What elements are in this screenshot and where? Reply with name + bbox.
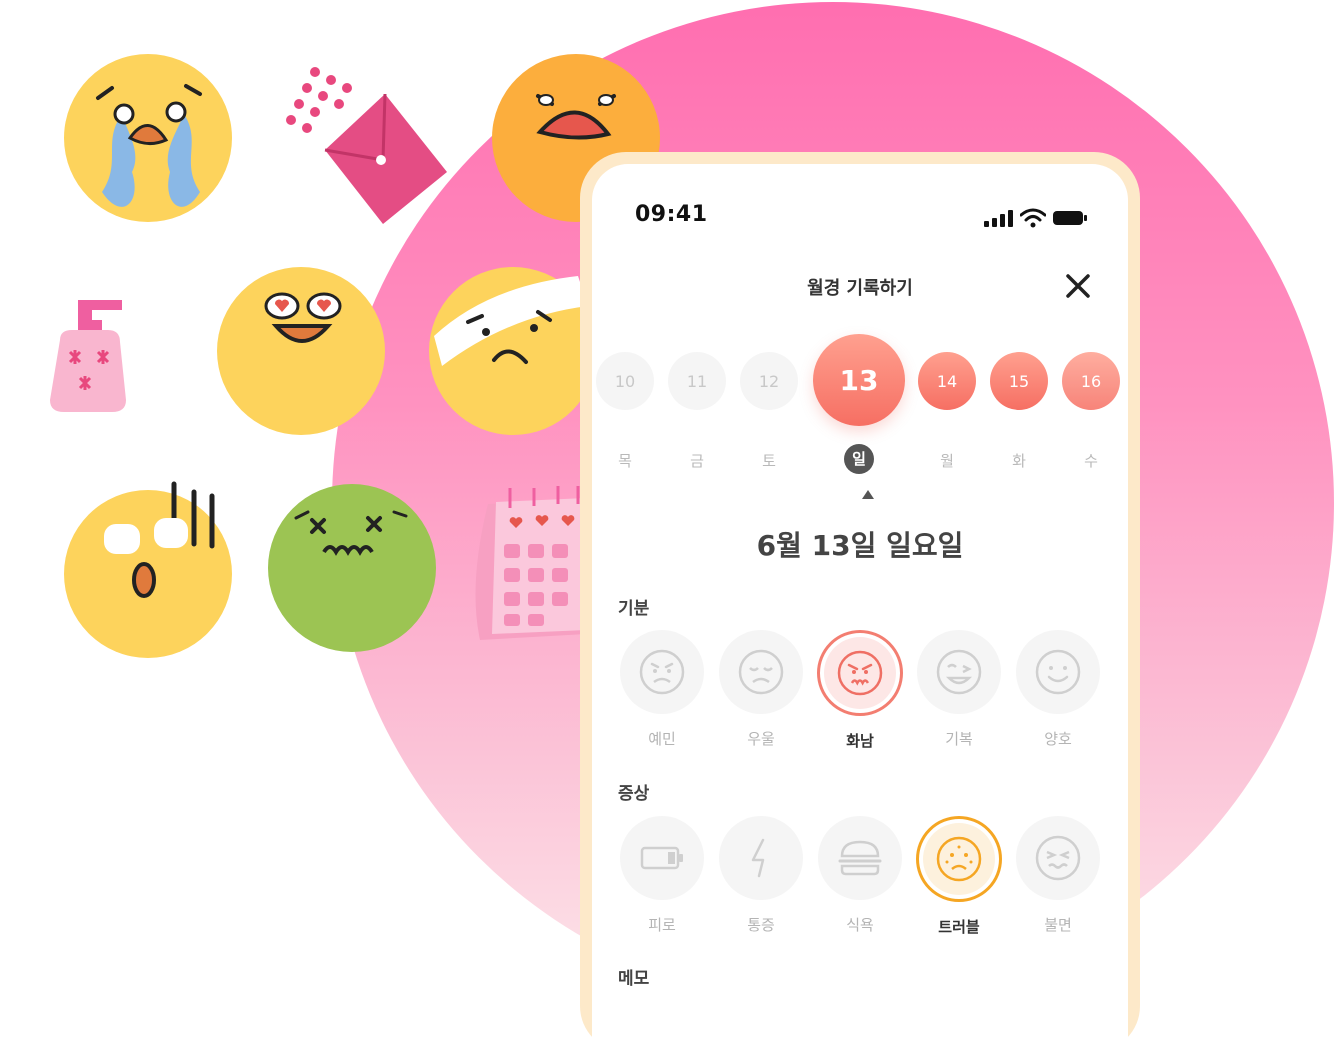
weekday-label: 월 [940, 452, 954, 470]
weekday-label: 화 [1012, 452, 1026, 470]
date-strip: 10 11 12 13 14 15 16 [596, 334, 1126, 434]
lightning-icon [751, 838, 765, 878]
symptoms-section-label: 증상 [618, 784, 650, 804]
smile-face-icon [1035, 649, 1081, 695]
mood-option-mood-swing[interactable]: 기복 [916, 630, 1002, 749]
selected-date-title: 6월 13일 일요일 [756, 529, 964, 562]
symptom-option-skin-trouble[interactable]: 트러블 [916, 816, 1002, 937]
phone-frame: 09:41 월경 기록하기 10 11 12 13 14 15 16 목 금 토… [580, 152, 1140, 1052]
dizzy-green-face-sticker [268, 484, 436, 652]
bottom-fade [592, 992, 1128, 1052]
page-title: 월경 기록하기 [807, 278, 913, 299]
weekday-label: 토 [762, 452, 776, 470]
signal-icon [984, 210, 1013, 227]
mood-option-good[interactable]: 양호 [1015, 630, 1101, 749]
calendar-sticker [475, 486, 586, 640]
weekday-label: 수 [1084, 452, 1098, 470]
selected-date-caret-icon [862, 490, 874, 499]
close-icon[interactable] [1064, 272, 1092, 300]
pump-bottle-sticker [50, 300, 126, 412]
bandaged-face-sticker [429, 267, 597, 435]
weekday-label-selected: 일 [844, 444, 874, 474]
battery-status-icon [1053, 211, 1087, 225]
weekday-label: 목 [618, 452, 632, 470]
mood-option-angry[interactable]: 화남 [817, 630, 903, 751]
symptom-option-insomnia[interactable]: 불면 [1015, 816, 1101, 935]
app-screen: 09:41 월경 기록하기 10 11 12 13 14 15 16 목 금 토… [592, 164, 1128, 1052]
mood-option-sad[interactable]: 우울 [718, 630, 804, 749]
mood-section-label: 기분 [618, 599, 650, 619]
date-item[interactable]: 11 [668, 352, 726, 410]
crying-face-sticker [64, 54, 232, 222]
burger-icon [838, 840, 882, 876]
surprised-face-sticker [64, 481, 232, 658]
date-item[interactable]: 12 [740, 352, 798, 410]
wink-face-icon [936, 649, 982, 695]
symptom-option-appetite[interactable]: 식욕 [817, 816, 903, 935]
sad-face-icon [738, 649, 784, 695]
date-item[interactable]: 10 [596, 352, 654, 410]
angry-face-icon [837, 650, 883, 696]
date-item-period[interactable]: 14 [918, 352, 976, 410]
date-item-period[interactable]: 16 [1062, 352, 1120, 410]
sensitive-face-icon [639, 649, 685, 695]
status-time: 09:41 [635, 202, 708, 227]
memo-section-label: 메모 [618, 969, 650, 989]
symptom-option-pain[interactable]: 통증 [718, 816, 804, 935]
mood-option-sensitive[interactable]: 예민 [619, 630, 705, 749]
status-icons [984, 208, 1088, 228]
date-item-period[interactable]: 15 [990, 352, 1048, 410]
sleepless-face-icon [1035, 835, 1081, 881]
weekday-label: 금 [690, 452, 704, 470]
weekday-strip: 목 금 토 일 월 화 수 [596, 444, 1126, 480]
date-item-selected[interactable]: 13 [813, 334, 905, 426]
acne-face-icon [936, 836, 982, 882]
pouch-sticker [286, 67, 447, 224]
symptom-option-fatigue[interactable]: 피로 [619, 816, 705, 935]
battery-icon [640, 846, 683, 870]
wifi-icon [1020, 208, 1046, 228]
heart-eyes-face-sticker [217, 267, 385, 435]
